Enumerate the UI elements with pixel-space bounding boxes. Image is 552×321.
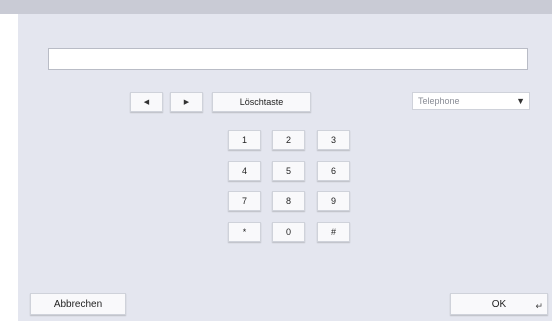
keypad-key-5[interactable]: 5: [272, 161, 305, 181]
right-arrow-icon: ▶: [183, 99, 190, 106]
number-type-select[interactable]: Telephone ▼: [412, 92, 530, 110]
keypad-key-label: *: [242, 227, 247, 237]
keypad-key-label: #: [330, 227, 336, 237]
keypad-key-label: 0: [285, 227, 291, 237]
cursor-left-button[interactable]: ◀: [130, 92, 163, 112]
keypad-key-star[interactable]: *: [228, 222, 261, 242]
number-type-value: Telephone: [418, 96, 460, 106]
dial-dialog: ◀ ▶ Löschtaste Telephone ▼ 1 2 3 4 5 6 7…: [18, 14, 552, 321]
keypad-key-9[interactable]: 9: [317, 191, 350, 211]
enter-icon: ↵: [535, 301, 543, 311]
keypad-key-4[interactable]: 4: [228, 161, 261, 181]
keypad-key-2[interactable]: 2: [272, 130, 305, 150]
cancel-button-label: Abbrechen: [53, 298, 103, 310]
number-input[interactable]: [48, 48, 528, 70]
cancel-button[interactable]: Abbrechen: [30, 293, 126, 315]
keypad-key-label: 2: [285, 135, 291, 145]
keypad-key-7[interactable]: 7: [228, 191, 261, 211]
keypad-key-label: 1: [241, 135, 247, 145]
cursor-right-button[interactable]: ▶: [170, 92, 203, 112]
ok-button[interactable]: OK ↵: [450, 293, 548, 315]
left-arrow-icon: ◀: [143, 99, 150, 106]
clear-button-label: Löschtaste: [239, 97, 284, 107]
keypad-key-8[interactable]: 8: [272, 191, 305, 211]
keypad-key-label: 7: [241, 196, 247, 206]
ok-button-label: OK: [491, 298, 507, 310]
clear-button[interactable]: Löschtaste: [212, 92, 311, 112]
keypad-key-hash[interactable]: #: [317, 222, 350, 242]
keypad-key-label: 3: [330, 135, 336, 145]
keypad-key-0[interactable]: 0: [272, 222, 305, 242]
chevron-down-icon: ▼: [516, 96, 525, 106]
keypad-key-label: 9: [330, 196, 336, 206]
keypad-key-6[interactable]: 6: [317, 161, 350, 181]
keypad-key-label: 8: [285, 196, 291, 206]
top-strip: [0, 0, 552, 14]
keypad-key-3[interactable]: 3: [317, 130, 350, 150]
keypad-key-label: 6: [330, 166, 336, 176]
keypad-key-label: 4: [241, 166, 247, 176]
keypad-key-1[interactable]: 1: [228, 130, 261, 150]
keypad-key-label: 5: [285, 166, 291, 176]
